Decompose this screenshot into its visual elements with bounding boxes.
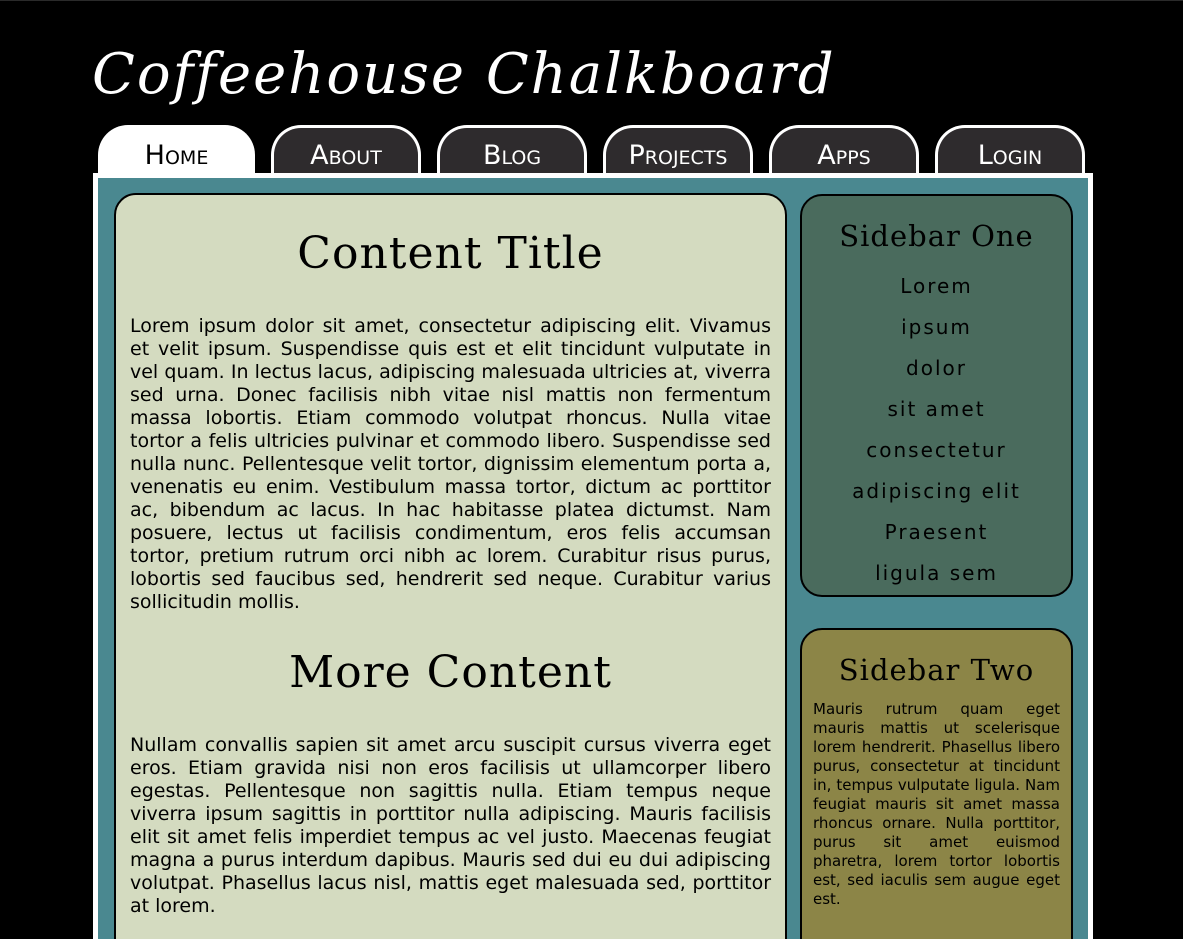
sidebar-two-text: Mauris rutrum quam eget mauris mattis ut… <box>813 700 1060 908</box>
sidebar-link[interactable]: ipsum <box>802 307 1071 348</box>
tab-blog[interactable]: Blog <box>437 125 587 175</box>
sidebar-one-links: Lorem ipsum dolor sit amet consectetur a… <box>802 266 1071 594</box>
tab-projects[interactable]: Projects <box>603 125 753 175</box>
sidebar-two: Sidebar Two Mauris rutrum quam eget maur… <box>800 628 1073 939</box>
sidebar-link[interactable]: consectetur <box>802 430 1071 471</box>
content-paragraph: Lorem ipsum dolor sit amet, consectetur … <box>130 315 771 613</box>
sidebar-link[interactable]: sit amet <box>802 389 1071 430</box>
site-title: Coffeehouse Chalkboard <box>92 42 836 107</box>
sidebar-link[interactable]: Lorem <box>802 266 1071 307</box>
content-paragraph: Nullam convallis sapien sit amet arcu su… <box>130 734 771 917</box>
main-nav: Home About Blog Projects Apps Login <box>98 125 1085 175</box>
sidebar-link[interactable]: adipiscing elit <box>802 471 1071 512</box>
sidebar-one: Sidebar One Lorem ipsum dolor sit amet c… <box>800 194 1073 597</box>
tab-apps[interactable]: Apps <box>769 125 919 175</box>
sidebar-one-title: Sidebar One <box>839 219 1034 253</box>
sidebar-two-title: Sidebar Two <box>838 653 1035 687</box>
page: Coffeehouse Chalkboard Home About Blog P… <box>0 0 1183 939</box>
sidebar-link[interactable]: Praesent <box>802 512 1071 553</box>
main-content: Content Title Lorem ipsum dolor sit amet… <box>114 193 787 939</box>
tab-login[interactable]: Login <box>935 125 1085 175</box>
content-subtitle: More Content <box>289 647 612 698</box>
content-title: Content Title <box>297 228 604 279</box>
sidebar-link[interactable]: ligula sem <box>802 553 1071 594</box>
tab-about[interactable]: About <box>271 125 421 175</box>
tab-home[interactable]: Home <box>98 125 255 175</box>
sidebar-link[interactable]: dolor <box>802 348 1071 389</box>
